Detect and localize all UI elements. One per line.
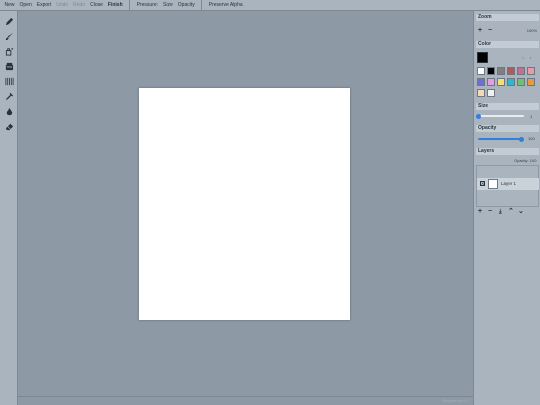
layers-list: ✕ Layer 1 (476, 165, 539, 207)
pressure-label: Pressure: (136, 1, 159, 8)
eraser-icon (5, 123, 13, 130)
zoom-out-button[interactable]: − (488, 27, 492, 35)
brush-icon (5, 32, 13, 40)
opacity-header: Opacity (476, 125, 539, 132)
side-panel: Zoom + − 100% Color ↑↓ › Size 1 Opacity … (473, 11, 540, 405)
bucket-icon (5, 47, 13, 56)
primary-color-swatch[interactable] (477, 52, 488, 63)
color-swatch[interactable] (487, 89, 495, 97)
color-swatch[interactable] (517, 67, 525, 75)
opacity-value: 100 (528, 136, 535, 141)
color-swatch[interactable] (487, 78, 495, 86)
color-swatch[interactable] (497, 67, 505, 75)
size-header: Size (476, 103, 539, 110)
stamp-tool[interactable] (3, 60, 15, 72)
add-layer-button[interactable]: + (478, 208, 482, 216)
color-swatch[interactable] (527, 67, 535, 75)
menu-bar: New Open Export Undo Redo Close Finish P… (0, 0, 540, 11)
swap-colors-icon[interactable]: ↑↓ (521, 55, 525, 60)
hatch-tool[interactable] (3, 75, 15, 87)
color-swatch[interactable] (477, 67, 485, 75)
remove-layer-button[interactable]: − (488, 208, 492, 216)
pencil-icon (5, 17, 13, 25)
eraser-tool[interactable] (3, 120, 15, 132)
color-swatch[interactable] (477, 89, 485, 97)
layers-header: Layers (476, 148, 539, 155)
menu-redo[interactable]: Redo (71, 0, 88, 11)
opacity-slider-thumb[interactable] (519, 136, 524, 142)
fill-tool[interactable] (3, 45, 15, 57)
status-bar: Sugarbrush 0.1 (18, 396, 473, 405)
brush-tool[interactable] (3, 30, 15, 42)
pencil-tool[interactable] (3, 15, 15, 27)
layer-name: Layer 1 (501, 181, 517, 186)
chevron-right-icon[interactable]: › (530, 55, 531, 60)
zoom-header: Zoom (476, 14, 539, 21)
menu-export[interactable]: Export (34, 0, 53, 11)
move-layer-up-button[interactable]: ⌃ (508, 208, 514, 216)
color-swatch[interactable] (507, 67, 515, 75)
move-layer-down-button[interactable]: ⌄ (518, 208, 524, 216)
eyedropper-tool[interactable] (3, 90, 15, 102)
menu-close[interactable]: Close (88, 0, 106, 11)
layer-thumbnail (488, 179, 498, 189)
size-value: 1 (530, 114, 533, 119)
layer-item[interactable]: ✕ Layer 1 (477, 178, 539, 190)
layer-opacity-label: Opacity: 100 (514, 158, 537, 163)
tool-palette (0, 11, 18, 405)
stamp-icon (5, 62, 13, 70)
zoom-controls: + − 100% (478, 27, 540, 35)
hatch-icon (4, 77, 14, 85)
color-swatch[interactable] (527, 78, 535, 86)
zoom-in-button[interactable]: + (478, 27, 482, 35)
drawing-canvas[interactable] (139, 88, 350, 320)
pressure-size-toggle[interactable]: Size (161, 0, 176, 11)
layer-visibility-toggle[interactable]: ✕ (480, 181, 485, 186)
menu-undo[interactable]: Undo (54, 0, 71, 11)
color-swatch[interactable] (507, 78, 515, 86)
color-swatch[interactable] (487, 67, 495, 75)
eyedropper-icon (5, 92, 13, 100)
blur-tool[interactable] (3, 105, 15, 117)
color-swatch[interactable] (497, 78, 505, 86)
zoom-value: 100% (526, 28, 537, 33)
size-slider-thumb[interactable] (476, 113, 481, 119)
pressure-opacity-toggle[interactable]: Opacity (175, 0, 197, 11)
menu-finish[interactable]: Finish (105, 0, 125, 11)
menu-open[interactable]: Open (17, 0, 34, 11)
blur-drop-icon (6, 107, 12, 115)
menu-new[interactable]: New (2, 0, 17, 11)
color-header: Color (476, 41, 539, 48)
menu-divider (129, 0, 131, 11)
color-swatch[interactable] (477, 78, 485, 86)
preserve-alpha-toggle[interactable]: Preserve Alpha (206, 0, 245, 11)
version-label: Sugarbrush 0.1 (442, 398, 470, 403)
canvas-workspace[interactable] (18, 11, 473, 405)
merge-layer-button[interactable]: ⤓ (499, 208, 502, 216)
menu-divider (201, 0, 203, 11)
color-swatch[interactable] (517, 78, 525, 86)
